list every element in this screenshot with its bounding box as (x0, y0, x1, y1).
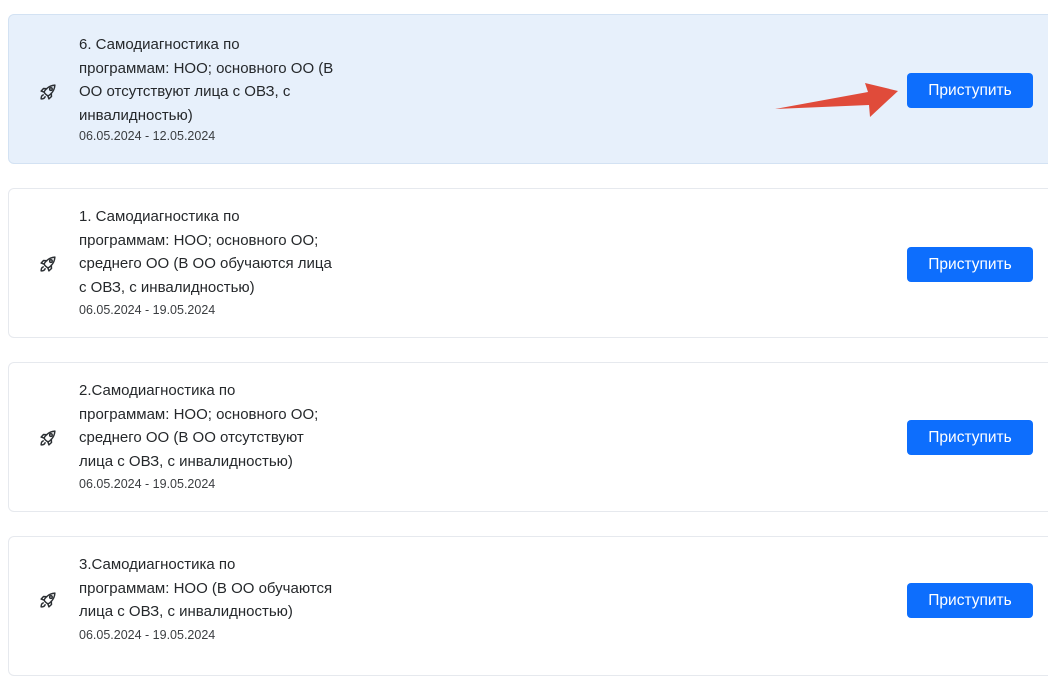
start-button[interactable]: Приступить (907, 73, 1033, 108)
rocket-icon (37, 253, 59, 275)
task-title: 1. Самодиагностика по программам: НОО; о… (79, 208, 332, 296)
start-button[interactable]: Приступить (907, 247, 1033, 282)
task-card: 2.Самодиагностика по программам: НОО; ос… (8, 362, 1048, 512)
task-dates: 06.05.2024 - 19.05.2024 (79, 303, 216, 317)
task-title: 6. Самодиагностика по программам: НОО; о… (79, 36, 334, 124)
annotation-arrow-icon (775, 83, 898, 117)
task-card: 1. Самодиагностика по программам: НОО; о… (8, 188, 1048, 338)
rocket-icon (37, 81, 59, 103)
rocket-icon (37, 589, 59, 611)
rocket-icon (37, 427, 59, 449)
task-dates: 06.05.2024 - 12.05.2024 (79, 129, 216, 143)
start-button[interactable]: Приступить (907, 583, 1033, 618)
task-card: 3.Самодиагностика по программам: НОО (В … (8, 536, 1048, 676)
task-title: 2.Самодиагностика по программам: НОО; ос… (79, 382, 319, 470)
task-dates: 06.05.2024 - 19.05.2024 (79, 628, 216, 642)
task-dates: 06.05.2024 - 19.05.2024 (79, 477, 216, 491)
task-title: 3.Самодиагностика по программам: НОО (В … (79, 556, 333, 620)
start-button[interactable]: Приступить (907, 420, 1033, 455)
